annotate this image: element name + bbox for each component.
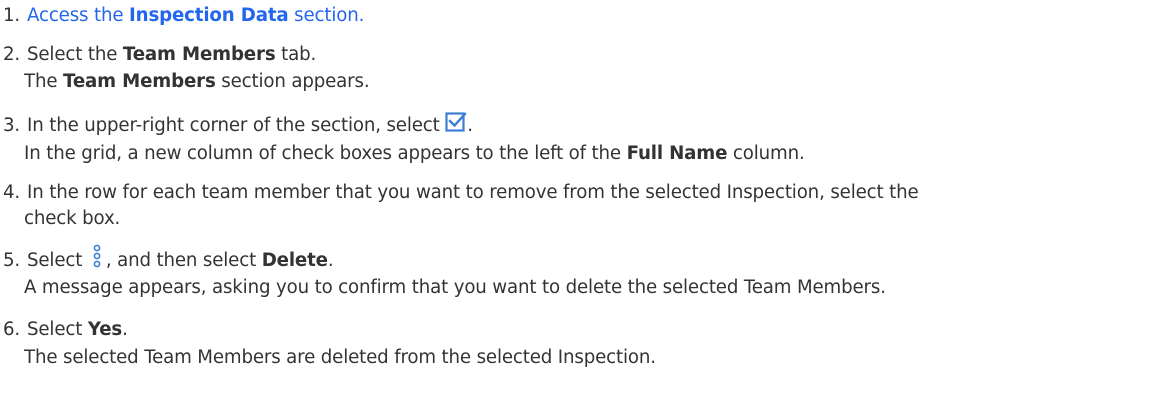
step-number: 5. — [3, 250, 21, 271]
step-number: 6. — [3, 319, 21, 340]
result-text: In the grid, a new column of check boxes… — [24, 143, 627, 164]
step-bold-term: Team Members — [122, 44, 276, 65]
step-text: Select — [27, 319, 88, 340]
step-6-result: The selected Team Members are deleted fr… — [24, 345, 656, 371]
step-text: In the upper-right corner of the section… — [27, 115, 446, 136]
step-1-line[interactable]: 1. Access the Inspection Data section. — [3, 3, 364, 29]
step-text: . — [122, 319, 128, 340]
step-text: Select — [27, 250, 88, 271]
step-text: , and then select — [105, 250, 262, 271]
result-bold-term: Full Name — [626, 143, 728, 164]
step-bold-term: Inspection Data — [129, 5, 289, 26]
step-text: Select the — [27, 44, 123, 65]
inspection-data-link[interactable]: Access the Inspection Data section. — [27, 5, 364, 26]
checkbox-select-icon — [445, 110, 467, 132]
more-options-vertical-icon — [92, 244, 102, 268]
step-6-line: 6. Select Yes. — [3, 317, 128, 343]
result-text: section appears. — [215, 71, 370, 92]
step-4-line: 4. In the row for each team member that y… — [3, 180, 919, 206]
result-text: The selected Team Members are deleted fr… — [24, 347, 656, 368]
result-text: A message appears, asking you to confirm… — [24, 277, 886, 298]
step-text: . — [327, 250, 334, 271]
step-number: 2. — [3, 44, 21, 65]
step-bold-term: Delete — [261, 250, 328, 271]
result-text: column. — [727, 143, 805, 164]
step-bold-term: Yes — [87, 319, 123, 340]
result-text: The — [24, 71, 64, 92]
step-text: check box. — [24, 208, 121, 229]
step-text: section. — [288, 5, 365, 26]
step-5-line: 5. Select , and then select Delete. — [3, 244, 334, 274]
step-4-line-2: check box. — [24, 206, 120, 232]
step-2-line: 2. Select the Team Members tab. — [3, 42, 316, 68]
step-text: tab. — [275, 44, 317, 65]
step-number: 1. — [3, 5, 21, 26]
step-3-result: In the grid, a new column of check boxes… — [24, 141, 805, 167]
result-bold-term: Team Members — [63, 71, 216, 92]
step-2-result: The Team Members section appears. — [24, 69, 370, 95]
step-text: Access the — [27, 5, 130, 26]
step-text: In the row for each team member that you… — [27, 182, 919, 203]
step-5-result: A message appears, asking you to confirm… — [24, 275, 886, 301]
step-number: 3. — [3, 115, 21, 136]
step-text: . — [467, 115, 473, 136]
step-3-line: 3. In the upper-right corner of the secti… — [3, 110, 473, 139]
step-number: 4. — [3, 182, 21, 203]
